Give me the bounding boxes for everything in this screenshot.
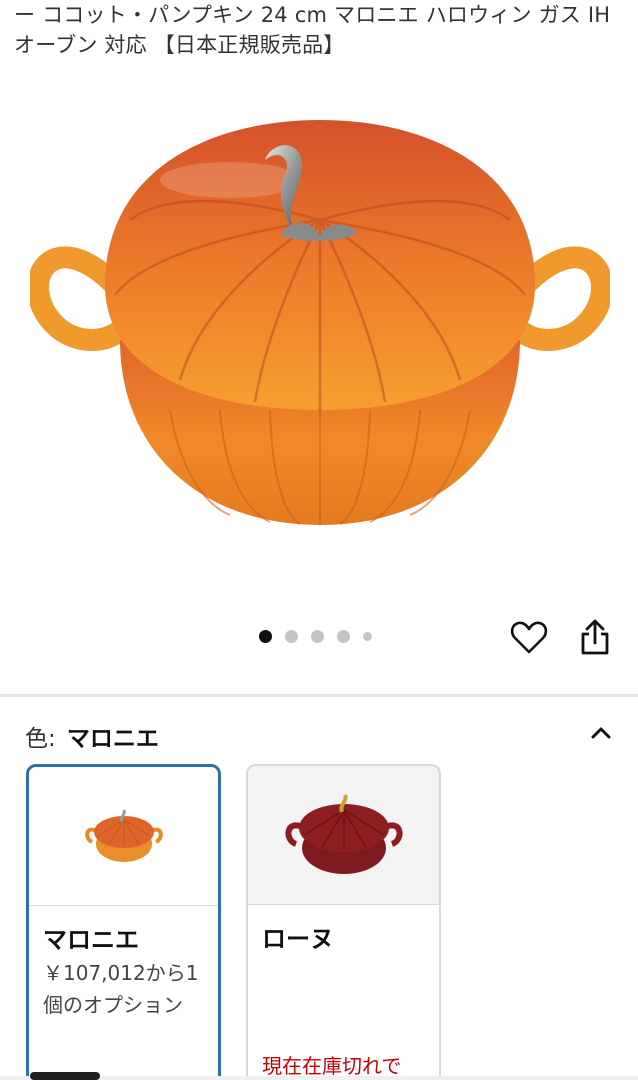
swatch-separator [29, 905, 218, 906]
carousel-dot-1[interactable] [259, 630, 272, 643]
color-option-price: ￥107,012から1個のオプション [43, 961, 199, 1017]
swatch-separator [248, 904, 439, 905]
share-button[interactable] [577, 617, 613, 657]
color-option-name: ローヌ [262, 925, 334, 953]
color-option-thumbnail [248, 766, 439, 904]
product-image[interactable] [27, 110, 613, 535]
heart-icon [510, 621, 548, 654]
share-icon [581, 619, 609, 655]
product-title: ー ココット・パンプキン 24 cm マロニエ ハロウィン ガス IH オーブン… [14, 3, 611, 57]
home-indicator [30, 1072, 100, 1080]
selected-color-value: マロニエ [66, 726, 159, 752]
color-option-thumbnail [29, 767, 218, 905]
image-carousel-dots[interactable] [259, 630, 372, 643]
carousel-dot-4[interactable] [337, 630, 350, 643]
chevron-up-icon[interactable] [587, 719, 615, 747]
color-option-name: マロニエ [43, 926, 139, 954]
carousel-dot-5[interactable] [363, 632, 372, 641]
section-divider [0, 694, 638, 697]
color-label: 色: [25, 726, 56, 752]
color-option-maronnier[interactable]: マロニエ ￥107,012から1個のオプション [26, 764, 221, 1080]
color-selector-header[interactable]: 色: マロニエ [25, 719, 615, 752]
carousel-dot-3[interactable] [311, 630, 324, 643]
wishlist-button[interactable] [510, 619, 548, 657]
color-option-rhone[interactable]: ローヌ 現在在庫切れで [246, 764, 441, 1080]
carousel-dot-2[interactable] [285, 630, 298, 643]
